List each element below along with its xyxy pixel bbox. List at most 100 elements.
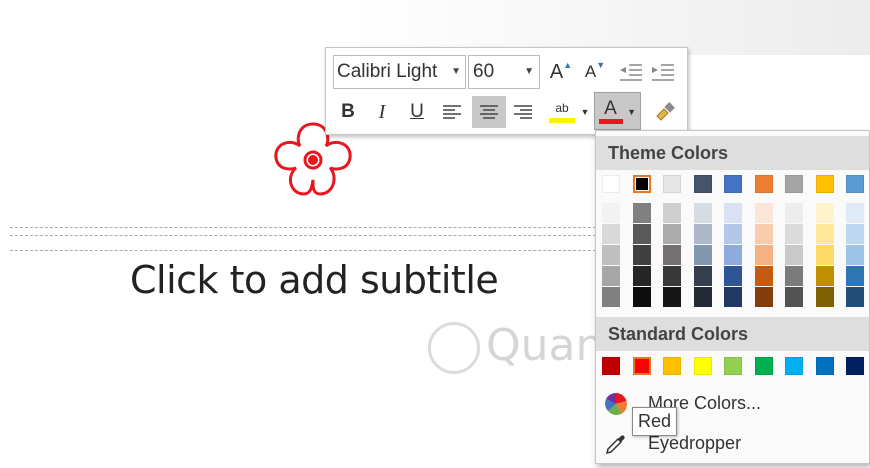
theme-shade-swatch[interactable] (815, 224, 834, 244)
theme-shade-swatch[interactable] (785, 224, 803, 244)
highlight-icon: ab (555, 100, 569, 115)
standard-color-swatch[interactable] (754, 357, 773, 375)
grow-font-button[interactable]: A ▲ (546, 56, 576, 88)
font-color-button[interactable]: A ▼ (594, 92, 641, 130)
underline-icon: U (410, 101, 424, 122)
font-color-icon: A (604, 97, 617, 119)
theme-shade-swatch[interactable] (754, 287, 773, 307)
increase-indent-button[interactable] (648, 56, 678, 88)
placeholder-border-bottom (10, 250, 606, 251)
italic-button[interactable]: I (367, 96, 397, 128)
theme-color-swatch[interactable] (785, 175, 803, 193)
underline-button[interactable]: U (402, 96, 432, 128)
font-size-box[interactable]: 60 ▼ (468, 55, 540, 89)
theme-shade-swatch[interactable] (632, 287, 651, 307)
theme-colors-header: Theme Colors (596, 136, 869, 170)
grow-font-icon: A (549, 60, 564, 83)
standard-color-swatch[interactable] (693, 357, 712, 375)
theme-shade-swatch[interactable] (754, 224, 773, 244)
font-name-box[interactable]: Calibri Light ▼ (333, 55, 466, 89)
placeholder-border-top (10, 227, 606, 228)
highlight-color-bar (549, 117, 575, 123)
theme-shade-swatch[interactable] (846, 245, 864, 265)
color-tooltip: Red (632, 407, 678, 436)
standard-color-swatch[interactable] (724, 357, 742, 375)
theme-shade-swatch[interactable] (815, 203, 834, 223)
shrink-font-button[interactable]: A ▼ (580, 56, 610, 88)
paintbrush-icon (656, 102, 675, 121)
theme-shade-swatch[interactable] (785, 266, 803, 286)
theme-color-swatch[interactable] (724, 175, 742, 193)
theme-shade-swatch[interactable] (754, 203, 773, 223)
theme-shade-swatch[interactable] (632, 203, 651, 223)
highlight-dropdown-arrow[interactable]: ▼ (578, 96, 592, 128)
chevron-down-icon[interactable]: ▼ (627, 107, 636, 117)
theme-color-swatch[interactable] (663, 175, 681, 193)
theme-shade-swatch[interactable] (663, 287, 681, 307)
theme-shade-swatch[interactable] (724, 287, 742, 307)
theme-shade-swatch[interactable] (602, 203, 620, 223)
theme-shade-swatch[interactable] (693, 203, 712, 223)
theme-shade-swatch[interactable] (663, 245, 681, 265)
theme-shade-swatch[interactable] (602, 224, 620, 244)
theme-shade-swatch[interactable] (724, 245, 742, 265)
standard-color-swatch[interactable] (663, 357, 681, 375)
align-left-button[interactable] (437, 96, 467, 128)
theme-shade-swatch[interactable] (693, 287, 712, 307)
theme-shade-swatch[interactable] (602, 245, 620, 265)
standard-color-swatch[interactable] (815, 357, 834, 375)
standard-color-swatch[interactable] (602, 357, 620, 375)
color-wheel-icon (604, 392, 628, 428)
theme-shade-swatch[interactable] (846, 287, 864, 307)
align-left-icon (443, 105, 461, 119)
theme-shade-swatch[interactable] (815, 266, 834, 286)
theme-shade-swatch[interactable] (754, 245, 773, 265)
theme-shade-swatch[interactable] (785, 245, 803, 265)
theme-shade-swatch[interactable] (693, 245, 712, 265)
theme-shade-swatch[interactable] (663, 203, 681, 223)
theme-shade-swatch[interactable] (724, 203, 742, 223)
standard-color-swatch[interactable] (785, 357, 803, 375)
theme-shade-swatch[interactable] (724, 224, 742, 244)
decrease-indent-button[interactable] (616, 56, 646, 88)
format-painter-button[interactable] (650, 96, 680, 128)
lightbulb-icon (428, 322, 480, 374)
theme-shade-swatch[interactable] (632, 266, 651, 286)
subtitle-placeholder[interactable]: Click to add subtitle (130, 258, 499, 302)
theme-shade-swatch[interactable] (602, 287, 620, 307)
theme-color-swatch[interactable] (754, 175, 773, 193)
theme-color-swatch[interactable] (602, 175, 620, 193)
theme-shade-swatch[interactable] (815, 287, 834, 307)
theme-color-swatch[interactable] (693, 175, 712, 193)
align-center-button[interactable] (472, 96, 506, 128)
theme-shade-swatch[interactable] (602, 266, 620, 286)
bold-button[interactable]: B (333, 96, 363, 128)
theme-shade-swatch[interactable] (724, 266, 742, 286)
chevron-down-icon: ▼ (580, 107, 590, 117)
theme-shade-swatch[interactable] (846, 266, 864, 286)
align-right-icon (514, 105, 532, 119)
standard-color-swatch[interactable] (632, 357, 651, 375)
theme-color-swatch[interactable] (815, 175, 834, 193)
standard-color-swatch[interactable] (846, 357, 864, 375)
theme-shade-swatch[interactable] (846, 203, 864, 223)
theme-shade-swatch[interactable] (632, 245, 651, 265)
theme-shade-swatch[interactable] (663, 266, 681, 286)
theme-shade-swatch[interactable] (632, 224, 651, 244)
align-right-button[interactable] (508, 96, 538, 128)
chevron-down-icon[interactable]: ▼ (524, 56, 534, 87)
theme-shade-swatch[interactable] (785, 287, 803, 307)
theme-shade-swatch[interactable] (754, 266, 773, 286)
theme-shade-swatch[interactable] (663, 224, 681, 244)
decrease-indent-icon (620, 64, 642, 81)
theme-color-swatch[interactable] (846, 175, 864, 193)
theme-color-swatch[interactable] (632, 175, 651, 193)
bold-icon: B (341, 101, 355, 122)
theme-shade-swatch[interactable] (846, 224, 864, 244)
highlight-button[interactable]: ab (544, 96, 580, 128)
theme-shade-swatch[interactable] (693, 224, 712, 244)
theme-shade-swatch[interactable] (693, 266, 712, 286)
theme-shade-swatch[interactable] (785, 203, 803, 223)
theme-shade-swatch[interactable] (815, 245, 834, 265)
chevron-down-icon[interactable]: ▼ (451, 56, 461, 87)
